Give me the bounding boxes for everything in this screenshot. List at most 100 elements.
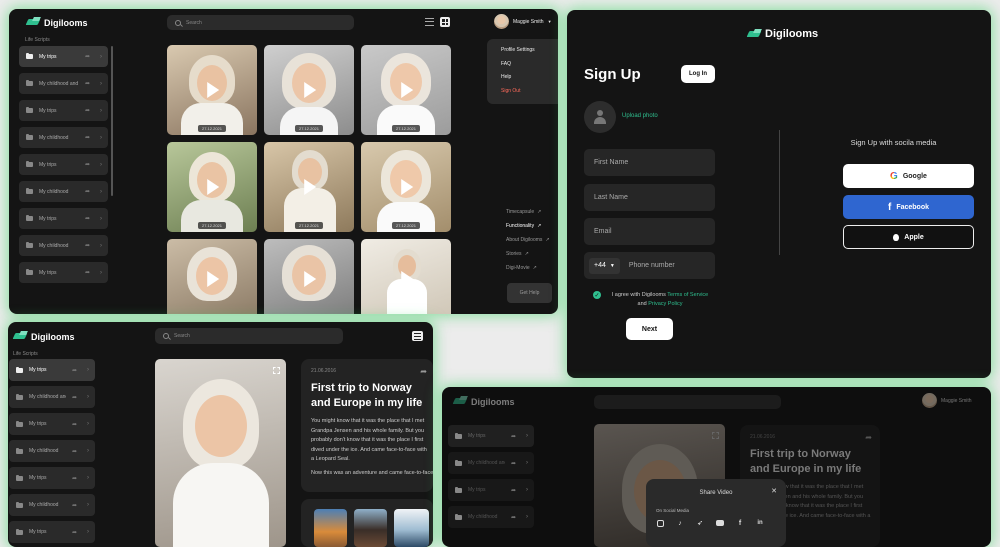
play-icon[interactable] [304, 179, 317, 195]
video-thumbnail[interactable]: 27.12.2021 [167, 45, 257, 135]
menu-item-help[interactable]: Help [501, 74, 558, 88]
phone-field[interactable]: +44 ▼ Phone number [584, 252, 715, 279]
video-thumbnail[interactable]: 27.12.2021 [361, 45, 451, 135]
share-icon[interactable]: ➦ [85, 134, 90, 141]
next-button[interactable]: Next [626, 318, 673, 340]
video-thumbnail[interactable]: 27.12.2021 [167, 142, 257, 232]
sidebar-item[interactable]: My trips ➦ › [9, 359, 95, 381]
share-icon[interactable]: ➦ [72, 502, 77, 509]
twitter-icon[interactable]: ➶ [696, 519, 704, 527]
sidebar-item[interactable]: My trips ➦ › [448, 479, 534, 501]
sidebar-item[interactable]: My childhood ➦ › [19, 127, 108, 148]
menu-item-faq[interactable]: FAQ [501, 61, 558, 75]
play-icon[interactable] [207, 271, 220, 287]
share-icon[interactable]: ➦ [72, 529, 77, 536]
footer-link[interactable]: Digi-Movie ↗ [506, 261, 550, 275]
sidebar-item[interactable]: My trips ➦ › [19, 154, 108, 175]
share-icon[interactable]: ➦ [865, 433, 872, 442]
share-icon[interactable]: ➦ [72, 394, 77, 401]
brand-logo[interactable]: Digilooms [748, 28, 818, 40]
sidebar-item[interactable]: My childhood ➦ › [19, 181, 108, 202]
footer-link[interactable]: About Digilooms ↗ [506, 233, 550, 247]
sidebar-item[interactable]: My childhood and all...➦› [19, 73, 108, 94]
search-input[interactable]: Search [167, 15, 354, 30]
country-code-select[interactable]: +44 ▼ [589, 257, 620, 274]
linkedin-icon[interactable]: in [756, 519, 764, 527]
email-field[interactable]: Email [584, 218, 715, 245]
sidebar-item[interactable]: My trips ➦ › [19, 100, 108, 121]
grid-view-icon[interactable] [440, 17, 450, 27]
play-icon[interactable] [207, 179, 220, 195]
list-view-icon[interactable] [425, 18, 434, 26]
tiktok-icon[interactable]: ♪ [676, 519, 684, 527]
sidebar-item[interactable]: My childhood ➦ › [19, 235, 108, 256]
share-icon[interactable]: ➦ [511, 460, 516, 467]
video-thumbnail[interactable]: 27.12.2021 [264, 142, 354, 232]
video-thumbnail[interactable] [361, 239, 451, 314]
video-thumbnail[interactable]: 27.12.2021 [361, 142, 451, 232]
share-icon[interactable]: ➦ [85, 188, 90, 195]
apple-button[interactable]: Apple [843, 225, 974, 249]
share-icon[interactable]: ➦ [85, 80, 90, 87]
share-icon[interactable]: ➦ [85, 242, 90, 249]
facebook-button[interactable]: f Facebook [843, 195, 974, 219]
first-name-field[interactable]: First Name [584, 149, 715, 176]
terms-checkbox[interactable]: ✓ [593, 291, 601, 299]
sidebar-item[interactable]: My trips ➦ › [9, 413, 95, 435]
video-thumbnail[interactable]: 27.12.2021 [264, 45, 354, 135]
last-name-field[interactable]: Last Name [584, 184, 715, 211]
gallery-photo[interactable] [314, 509, 347, 547]
share-icon[interactable]: ➦ [72, 475, 77, 482]
sidebar-item[interactable]: My childhood ➦ › [9, 440, 95, 462]
play-icon[interactable] [401, 179, 414, 195]
facebook-icon[interactable]: f [736, 519, 744, 527]
share-icon[interactable]: ➦ [85, 107, 90, 114]
video-thumbnail[interactable] [264, 239, 354, 314]
video-thumbnail[interactable] [167, 239, 257, 314]
terms-link[interactable]: Terms of Service [667, 292, 708, 298]
gallery-photo[interactable] [394, 509, 429, 547]
list-view-icon[interactable] [412, 331, 423, 341]
story-photo[interactable] [155, 359, 286, 547]
sidebar-item[interactable]: My trips ➦ › [19, 262, 108, 283]
search-input[interactable]: Search [155, 328, 343, 344]
footer-link[interactable]: Timecapsule ↗ [506, 205, 550, 219]
share-icon[interactable]: ➦ [511, 514, 516, 521]
sidebar-item[interactable]: My childhood and all...➦› [448, 452, 534, 474]
fullscreen-icon[interactable] [712, 432, 719, 439]
share-icon[interactable]: ➦ [85, 269, 90, 276]
sidebar-item[interactable]: My trips ➦ › [9, 467, 95, 489]
user-menu[interactable]: Maggie Smith [922, 393, 972, 408]
sidebar-item[interactable]: My trips ➦ › [19, 208, 108, 229]
share-icon[interactable]: ➦ [511, 487, 516, 494]
share-icon[interactable]: ➦ [85, 215, 90, 222]
play-icon[interactable] [401, 271, 414, 287]
menu-item-sign-out[interactable]: Sign Out [501, 88, 558, 102]
sidebar-item[interactable]: My childhood ➦ › [9, 494, 95, 516]
youtube-icon[interactable] [716, 519, 724, 527]
brand-logo[interactable]: Digilooms [454, 396, 515, 407]
sidebar-item[interactable]: My childhood and all...➦› [9, 386, 95, 408]
fullscreen-icon[interactable] [273, 367, 280, 374]
play-icon[interactable] [401, 82, 414, 98]
login-button[interactable]: Log In [681, 65, 715, 83]
sidebar-item[interactable]: My trips ➦ › [448, 425, 534, 447]
user-menu[interactable]: Maggie Smith ▼ [494, 14, 552, 29]
gallery-photo[interactable] [354, 509, 387, 547]
upload-avatar[interactable] [584, 101, 616, 133]
brand-logo[interactable]: Digilooms [14, 331, 75, 342]
sidebar-item[interactable]: My trips ➦ › [19, 46, 108, 67]
share-icon[interactable]: ➦ [511, 433, 516, 440]
upload-photo-link[interactable]: Upload photo [622, 113, 658, 119]
privacy-link[interactable]: Privacy Policy [648, 301, 682, 307]
footer-link[interactable]: Functionality ↗ [506, 219, 550, 233]
sidebar-item[interactable]: My childhood ➦ › [448, 506, 534, 528]
footer-link[interactable]: Stories ↗ [506, 247, 550, 261]
play-icon[interactable] [207, 82, 220, 98]
share-icon[interactable]: ➦ [72, 421, 77, 428]
brand-logo[interactable]: Digilooms [27, 17, 88, 28]
menu-item-profile-settings[interactable]: Profile Settings [501, 47, 558, 61]
search-input[interactable] [594, 395, 781, 409]
sidebar-item[interactable]: My trips ➦ › [9, 521, 95, 543]
instagram-icon[interactable] [656, 519, 664, 527]
